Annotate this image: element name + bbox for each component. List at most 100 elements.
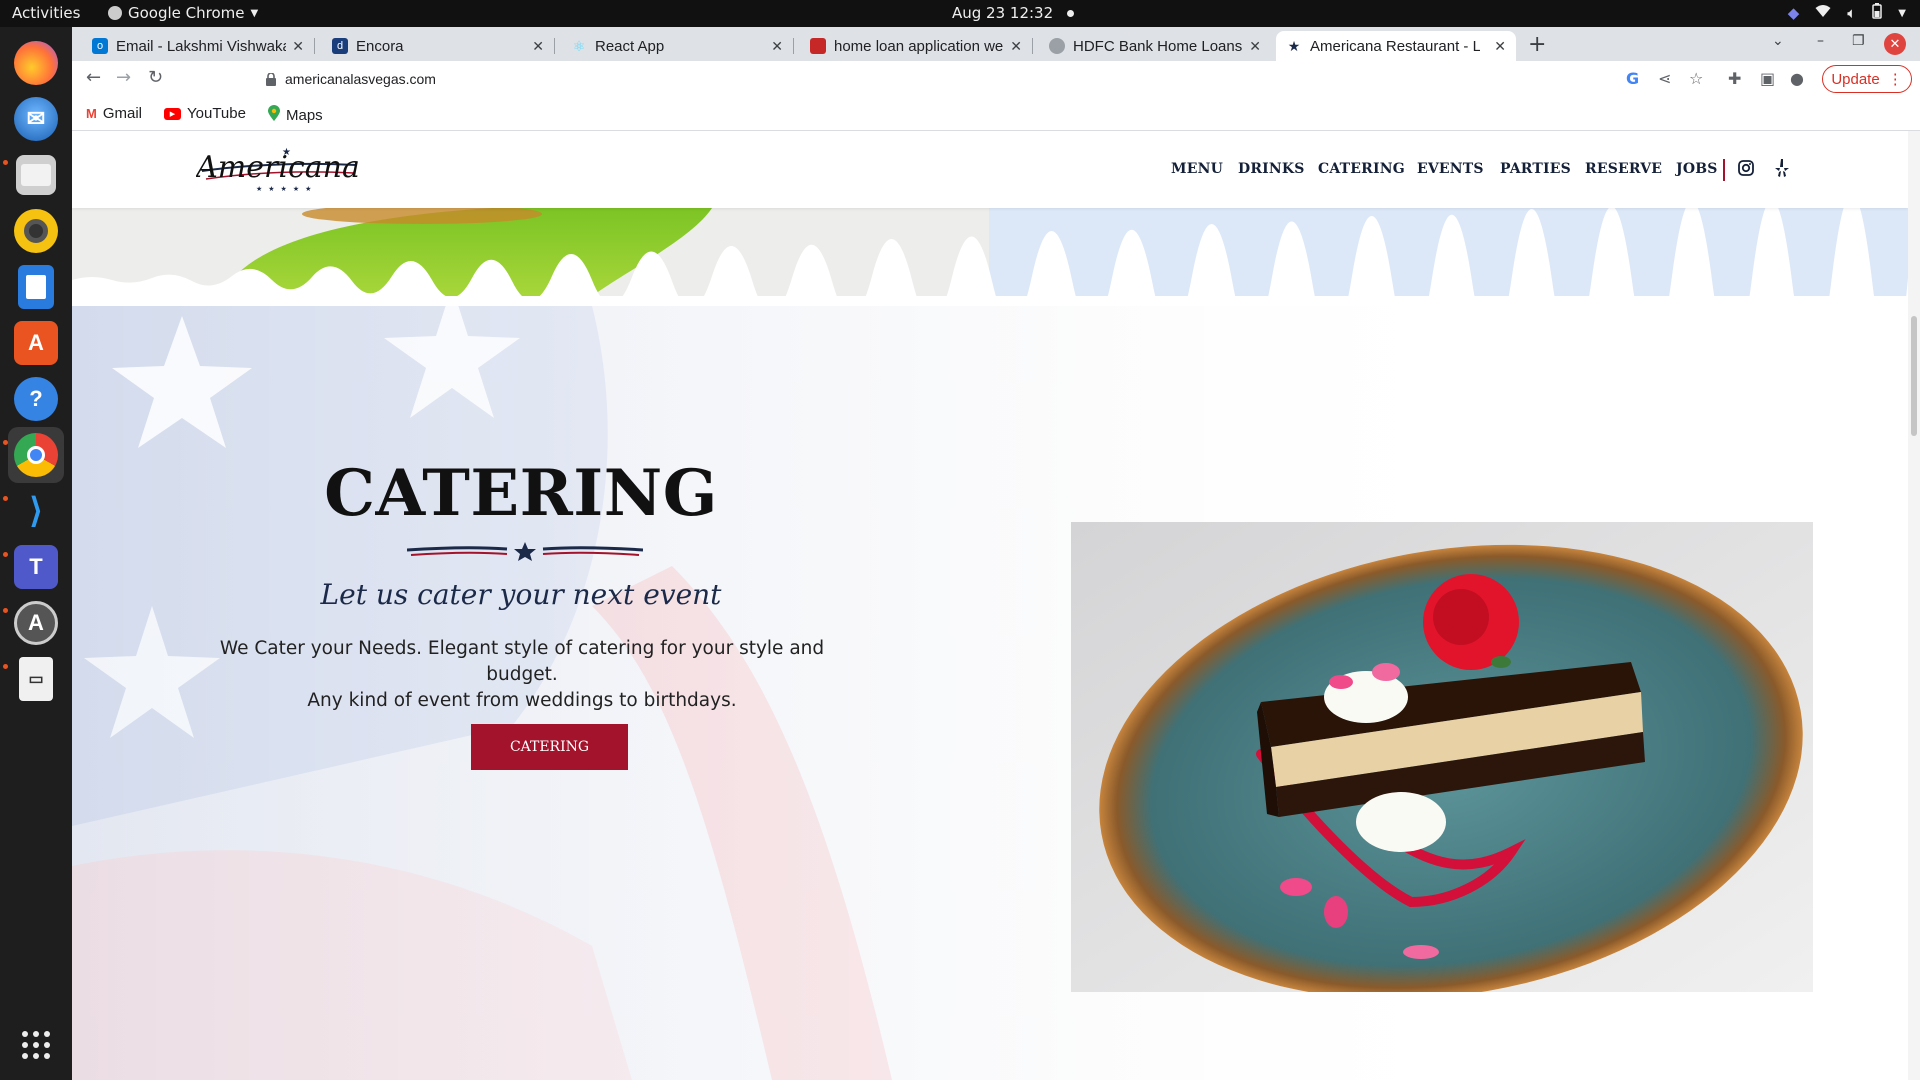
americana-logo[interactable]: Americana ★ ★★★★★ <box>193 141 360 197</box>
tab-title: home loan application we <box>834 37 1004 55</box>
web-page: Americana ★ ★★★★★ MENU DRINKS CATERING E… <box>72 131 1908 1080</box>
tab-title: Email - Lakshmi Vishwaka <box>116 37 286 55</box>
nav-drinks[interactable]: DRINKS <box>1238 161 1305 177</box>
caret-down-icon: ▼ <box>250 7 259 19</box>
close-tab-icon[interactable]: ✕ <box>771 38 783 55</box>
tab-email[interactable]: o Email - Lakshmi Vishwaka ✕ <box>82 31 315 61</box>
nav-events[interactable]: EVENTS <box>1417 161 1484 177</box>
app-name: Google Chrome <box>128 4 245 22</box>
svg-text:★★★★★: ★★★★★ <box>256 185 317 193</box>
document-viewer-icon[interactable]: ▭ <box>8 651 64 707</box>
hero-images <box>72 193 1908 365</box>
dock: ✉ A ? ⟩ T A ▭ <box>0 27 72 1080</box>
bookmark-youtube[interactable]: ▶ YouTube <box>164 105 246 122</box>
libreoffice-writer-icon[interactable] <box>8 259 64 315</box>
nav-reserve[interactable]: RESERVE <box>1585 161 1662 177</box>
rhythmbox-icon[interactable] <box>8 203 64 259</box>
catering-description: We Cater your Needs. Elegant style of ca… <box>202 636 842 714</box>
app-menu[interactable]: Google Chrome ▼ <box>108 4 258 22</box>
close-tab-icon[interactable]: ✕ <box>1249 38 1261 55</box>
catering-desc-line2: Any kind of event from weddings to birth… <box>307 690 737 711</box>
catering-button[interactable]: CATERING <box>471 724 628 770</box>
encora-icon: d <box>332 38 348 54</box>
clock[interactable]: Aug 23 12:32 <box>952 4 1075 22</box>
page-scrollbar[interactable] <box>1908 131 1920 1080</box>
catering-section: CATERING Let us cater your next event We… <box>72 306 1908 1080</box>
nav-divider <box>1723 159 1725 181</box>
system-top-bar: Activities Google Chrome ▼ Aug 23 12:32 … <box>0 0 1920 27</box>
bookmarks-bar: M Gmail ▶ YouTube Maps <box>72 98 1920 131</box>
tab-separator <box>793 38 794 54</box>
firefox-icon[interactable] <box>8 35 64 91</box>
chrome-icon[interactable] <box>8 427 64 483</box>
tab-separator <box>554 38 555 54</box>
page-icon <box>810 38 826 54</box>
bookmark-gmail[interactable]: M Gmail <box>86 105 142 122</box>
tab-search-chevron-icon[interactable]: ⌄ <box>1772 33 1784 49</box>
catering-subtitle: Let us cater your next event <box>320 578 722 611</box>
thunderbird-icon[interactable]: ✉ <box>8 91 64 147</box>
power-menu-caret-icon: ▼ <box>1898 7 1906 19</box>
software-updater-icon[interactable]: A <box>8 595 64 651</box>
tab-title: HDFC Bank Home Loans | <box>1073 37 1243 55</box>
tab-react-app[interactable]: ⚛ React App ✕ <box>561 31 794 61</box>
vscode-icon[interactable]: ⟩ <box>8 483 64 539</box>
bookmark-star-icon[interactable]: ☆ <box>1689 69 1703 88</box>
app-grid-icon[interactable] <box>8 1017 64 1073</box>
activities-button[interactable]: Activities <box>12 4 80 22</box>
tab-strip: o Email - Lakshmi Vishwaka ✕ d Encora ✕ … <box>72 27 1920 61</box>
logo-text: Americana <box>196 150 360 185</box>
close-tab-icon[interactable]: ✕ <box>1010 38 1022 55</box>
catering-desc-line1: We Cater your Needs. Elegant style of ca… <box>219 638 825 685</box>
close-window-icon[interactable]: ✕ <box>1884 33 1906 55</box>
tab-americana[interactable]: ★ Americana Restaurant - La ✕ <box>1276 31 1516 61</box>
help-icon[interactable]: ? <box>8 371 64 427</box>
scrollbar-thumb[interactable] <box>1911 316 1917 436</box>
tab-title: Encora <box>356 37 404 55</box>
star-icon: ★ <box>1287 37 1301 54</box>
tab-hdfc[interactable]: HDFC Bank Home Loans | ✕ <box>1039 31 1271 61</box>
wifi-icon <box>1815 4 1831 22</box>
tab-home-loan[interactable]: home loan application we ✕ <box>800 31 1033 61</box>
bookmark-maps[interactable]: Maps <box>268 105 323 125</box>
browser-toolbar: ← → ↻ americanalasvegas.com G ⋖ ☆ ✚ ▣ ● … <box>72 61 1920 98</box>
reload-icon[interactable]: ↻ <box>148 67 163 88</box>
lock-icon <box>266 71 276 90</box>
teams-tray-icon: ◆ <box>1787 4 1800 22</box>
tab-title: React App <box>595 37 665 55</box>
instagram-icon[interactable] <box>1738 160 1754 180</box>
hero-section <box>72 193 1908 365</box>
share-icon[interactable]: ⋖ <box>1658 69 1671 88</box>
bookmark-label: YouTube <box>187 105 246 122</box>
close-tab-icon[interactable]: ✕ <box>532 38 544 55</box>
tab-encora[interactable]: d Encora ✕ <box>322 31 555 61</box>
bookmark-label: Maps <box>286 106 323 124</box>
teams-icon[interactable]: T <box>8 539 64 595</box>
extensions-icon[interactable]: ✚ <box>1728 69 1741 88</box>
tab-title: Americana Restaurant - La <box>1310 37 1480 55</box>
restore-icon[interactable]: ❐ <box>1852 33 1865 49</box>
battery-icon <box>1872 3 1883 23</box>
close-tab-icon[interactable]: ✕ <box>292 38 304 55</box>
nav-catering[interactable]: CATERING <box>1318 161 1405 177</box>
nav-parties[interactable]: PARTIES <box>1500 161 1571 177</box>
nav-jobs[interactable]: JOBS <box>1676 161 1718 177</box>
app-center-icon[interactable]: A <box>8 315 64 371</box>
google-lens-icon[interactable]: G <box>1626 69 1639 88</box>
forward-icon[interactable]: → <box>116 67 131 88</box>
nav-menu[interactable]: MENU <box>1171 161 1223 177</box>
files-icon[interactable] <box>8 147 64 203</box>
chrome-small-icon <box>108 6 122 20</box>
url-text: americanalasvegas.com <box>285 71 436 87</box>
update-button[interactable]: Update ⋮ <box>1822 65 1912 93</box>
back-icon[interactable]: ← <box>86 67 101 88</box>
outlook-icon: o <box>92 38 108 54</box>
dessert-photo <box>1071 522 1813 1000</box>
profile-icon[interactable]: ● <box>1790 69 1804 88</box>
system-tray[interactable]: ◆ 🔈︎ ▼ <box>1788 3 1906 23</box>
side-panel-icon[interactable]: ▣ <box>1760 69 1775 88</box>
close-tab-icon[interactable]: ✕ <box>1494 38 1506 55</box>
new-tab-icon[interactable]: + <box>1528 32 1546 57</box>
yelp-icon[interactable] <box>1775 159 1789 181</box>
minimize-icon[interactable]: – <box>1817 33 1824 49</box>
